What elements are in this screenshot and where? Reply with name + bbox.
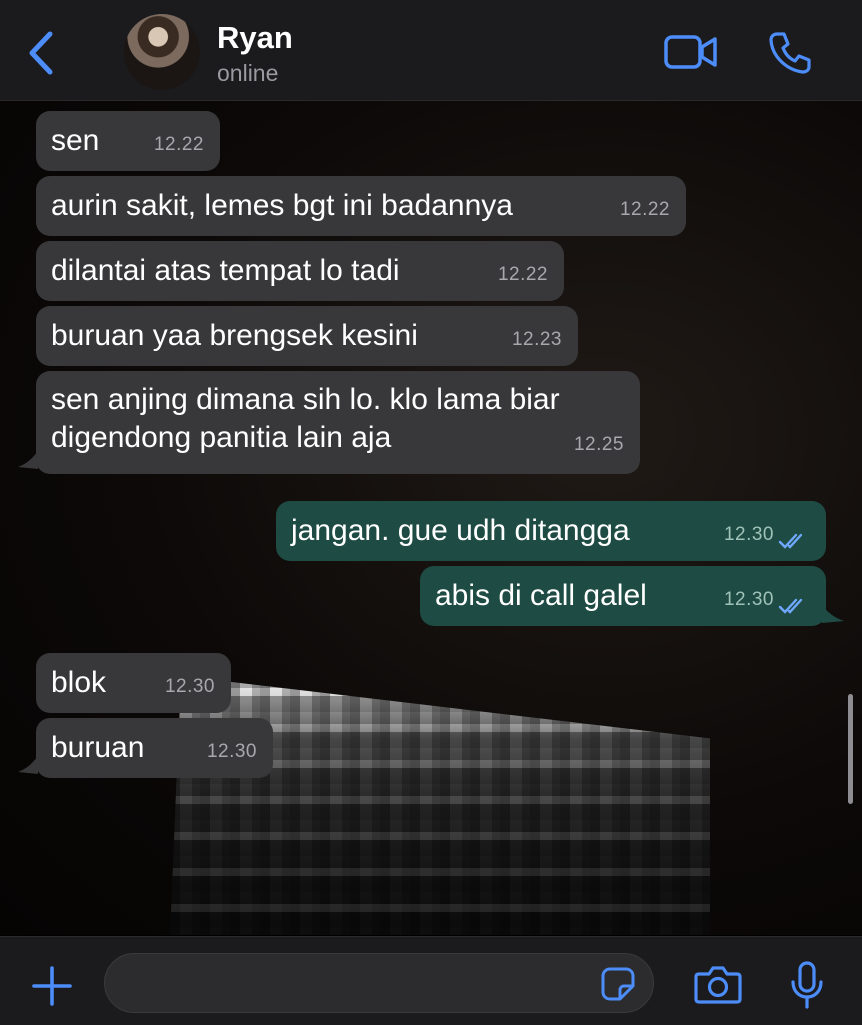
message-bubble[interactable]: blok 12.30 xyxy=(36,653,231,713)
chat-header: Ryan online xyxy=(0,0,862,101)
message-time: 12.25 xyxy=(573,434,624,455)
message-text: dilantai atas tempat lo tadi xyxy=(51,254,400,287)
message-bubble[interactable]: buruan yaa brengsek kesini 12.23 xyxy=(36,306,578,366)
wallpaper-image xyxy=(170,676,710,935)
message-bubble[interactable]: sen 12.22 xyxy=(36,111,220,171)
message-time: 12.30 xyxy=(164,676,215,697)
message-bubble[interactable]: jangan. gue udh ditangga 12.30 xyxy=(276,501,826,561)
message-list[interactable]: sen 12.22 aurin sakit, lemes bgt ini bad… xyxy=(0,101,862,935)
video-call-icon[interactable] xyxy=(664,33,718,71)
message-input[interactable] xyxy=(104,953,654,1013)
microphone-icon[interactable] xyxy=(790,960,824,1010)
read-receipt-icon xyxy=(778,598,803,614)
camera-icon[interactable] xyxy=(694,965,742,1005)
message-text: aurin sakit, lemes bgt ini badannya xyxy=(51,189,513,222)
message-text: sen anjing dimana sih lo. klo lama biar … xyxy=(51,383,560,454)
message-bubble[interactable]: buruan 12.30 xyxy=(36,718,273,778)
bubble-tail xyxy=(18,756,38,774)
phone-icon[interactable] xyxy=(768,30,812,74)
message-bubble[interactable]: abis di call galel 12.30 xyxy=(420,566,826,626)
contact-status: online xyxy=(217,60,279,86)
message-time: 12.22 xyxy=(619,199,670,220)
scrollbar[interactable] xyxy=(848,694,853,804)
message-time: 12.22 xyxy=(497,264,548,285)
sticker-icon[interactable] xyxy=(600,966,636,1002)
bubble-tail xyxy=(18,451,38,469)
avatar[interactable] xyxy=(124,14,200,90)
message-time: 12.23 xyxy=(511,329,562,350)
message-time: 12.30 xyxy=(723,524,774,545)
message-bubble[interactable]: aurin sakit, lemes bgt ini badannya 12.2… xyxy=(36,176,686,236)
message-time: 12.30 xyxy=(206,741,257,762)
read-receipt-icon xyxy=(778,533,803,549)
message-time: 12.30 xyxy=(723,589,774,610)
bubble-tail xyxy=(822,605,844,623)
message-text: buruan yaa brengsek kesini xyxy=(51,319,418,352)
contact-name[interactable]: Ryan xyxy=(217,20,293,56)
plus-icon[interactable] xyxy=(30,964,74,1008)
message-time: 12.22 xyxy=(153,134,204,155)
composer-bar xyxy=(0,936,862,1025)
chevron-left-icon[interactable] xyxy=(22,28,58,78)
message-bubble[interactable]: sen anjing dimana sih lo. klo lama biar … xyxy=(36,371,640,474)
message-bubble[interactable]: dilantai atas tempat lo tadi 12.22 xyxy=(36,241,564,301)
